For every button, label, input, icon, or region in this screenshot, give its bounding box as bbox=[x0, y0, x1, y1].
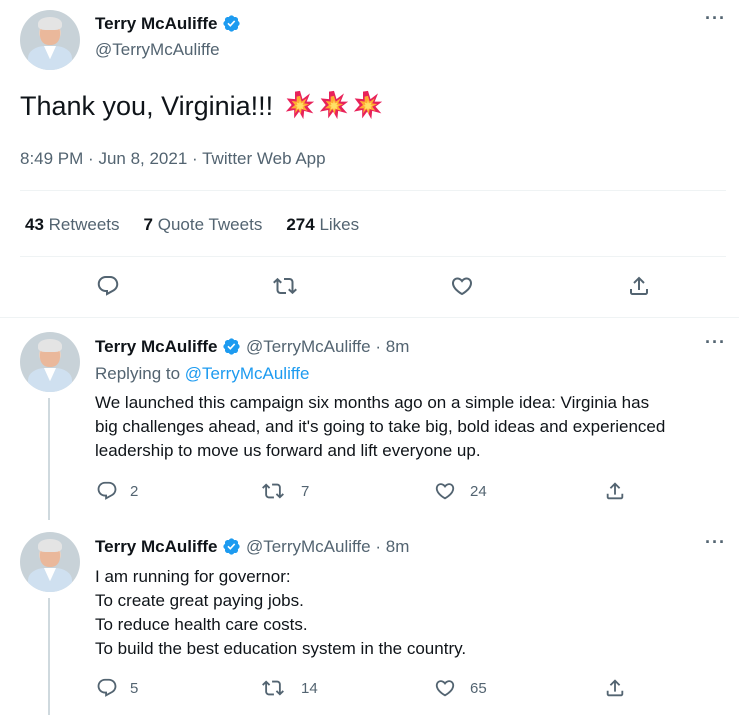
retweet-count: 7 bbox=[301, 482, 310, 500]
reply-button[interactable]: 2 bbox=[96, 480, 138, 502]
like-button[interactable]: 65 bbox=[434, 677, 487, 699]
retweet-icon bbox=[262, 483, 284, 499]
reply-count: 5 bbox=[130, 679, 139, 697]
retweet-button[interactable]: 7 bbox=[262, 480, 309, 502]
tweet-stats: 43 Retweets 7 Quote Tweets 274 Likes bbox=[25, 215, 359, 235]
tweet-source[interactable]: Twitter Web App bbox=[202, 149, 325, 168]
author-name-row: Terry McAuliffe bbox=[95, 14, 241, 34]
text-line: To create great paying jobs. bbox=[95, 591, 304, 610]
tweet-text: I am running for governor: To create gre… bbox=[95, 565, 466, 661]
reply-button[interactable]: 5 bbox=[96, 677, 138, 699]
quote-tweets-stat[interactable]: 7 Quote Tweets bbox=[144, 215, 263, 235]
heart-icon bbox=[435, 483, 455, 500]
divider bbox=[20, 190, 726, 191]
text-line: To build the best education system in th… bbox=[95, 639, 467, 658]
divider bbox=[0, 317, 739, 318]
reply-count: 2 bbox=[130, 482, 139, 500]
reply-button[interactable] bbox=[96, 274, 120, 298]
author-handle[interactable]: @TerryMcAuliffe bbox=[95, 40, 220, 60]
more-options-icon[interactable]: ··· bbox=[705, 532, 726, 553]
avatar[interactable] bbox=[20, 332, 80, 392]
text-line: big challenges ahead, and it's going to … bbox=[95, 417, 666, 436]
thread-line bbox=[48, 598, 50, 715]
share-icon bbox=[606, 679, 624, 697]
text-line: To reduce health care costs. bbox=[95, 615, 308, 634]
retweet-button[interactable] bbox=[273, 274, 297, 298]
tweet-date[interactable]: Jun 8, 2021 bbox=[98, 149, 187, 168]
reply-icon bbox=[97, 678, 117, 697]
author-handle[interactable]: @TerryMcAuliffe bbox=[246, 337, 371, 356]
collision-icon bbox=[285, 90, 314, 120]
share-icon bbox=[630, 276, 648, 295]
meta-separator: · bbox=[375, 337, 382, 356]
share-button[interactable] bbox=[627, 274, 651, 298]
share-button[interactable] bbox=[604, 480, 626, 502]
tweet-time[interactable]: 8:49 PM bbox=[20, 149, 83, 168]
retweet-icon bbox=[262, 680, 284, 696]
text-line: I am running for governor: bbox=[95, 567, 291, 586]
author-name[interactable]: Terry McAuliffe bbox=[95, 14, 218, 33]
retweet-count: 14 bbox=[301, 679, 318, 697]
replying-to: Replying to @TerryMcAuliffe bbox=[95, 364, 309, 384]
heart-icon bbox=[435, 680, 455, 697]
retweets-stat[interactable]: 43 Retweets bbox=[25, 215, 120, 235]
more-options-icon[interactable]: ··· bbox=[705, 8, 726, 29]
meta-separator: · bbox=[192, 149, 203, 168]
collision-icon bbox=[353, 90, 382, 120]
avatar[interactable] bbox=[20, 10, 80, 70]
replying-label: Replying to bbox=[95, 364, 181, 383]
author-handle[interactable]: @TerryMcAuliffe bbox=[246, 537, 371, 556]
author-name[interactable]: Terry McAuliffe bbox=[95, 537, 218, 556]
collision-icon bbox=[319, 90, 348, 120]
author-name-row: Terry McAuliffe @TerryMcAuliffe · 8m bbox=[95, 337, 409, 357]
heart-icon bbox=[451, 277, 473, 296]
tweet-text: Thank you, Virginia!!! bbox=[20, 90, 383, 122]
avatar[interactable] bbox=[20, 532, 80, 592]
like-count: 24 bbox=[470, 482, 487, 500]
author-name-row: Terry McAuliffe @TerryMcAuliffe · 8m bbox=[95, 537, 409, 557]
verified-badge-icon bbox=[223, 338, 240, 355]
reply-icon bbox=[97, 481, 117, 500]
verified-badge-icon bbox=[223, 538, 240, 555]
tweet-body: Thank you, Virginia!!! bbox=[20, 91, 274, 121]
more-options-icon[interactable]: ··· bbox=[705, 332, 726, 353]
tweet-meta: 8:49 PM · Jun 8, 2021 · Twitter Web App bbox=[20, 149, 326, 169]
like-button[interactable] bbox=[450, 274, 474, 298]
like-count: 65 bbox=[470, 679, 487, 697]
likes-stat[interactable]: 274 Likes bbox=[286, 215, 359, 235]
replying-to-link[interactable]: @TerryMcAuliffe bbox=[185, 364, 310, 383]
reply-icon bbox=[97, 276, 119, 296]
tweet-time[interactable]: 8m bbox=[386, 337, 410, 356]
share-button[interactable] bbox=[604, 677, 626, 699]
tweet-text: We launched this campaign six months ago… bbox=[95, 391, 665, 463]
share-icon bbox=[606, 482, 624, 500]
meta-separator: · bbox=[88, 149, 99, 168]
divider bbox=[20, 256, 726, 257]
like-button[interactable]: 24 bbox=[434, 480, 487, 502]
text-line: We launched this campaign six months ago… bbox=[95, 393, 650, 412]
text-line: leadership to move us forward and lift e… bbox=[95, 441, 481, 460]
author-name[interactable]: Terry McAuliffe bbox=[95, 337, 218, 356]
meta-separator: · bbox=[375, 537, 382, 556]
retweet-icon bbox=[273, 277, 297, 295]
retweet-button[interactable]: 14 bbox=[262, 677, 318, 699]
verified-badge-icon bbox=[223, 15, 240, 32]
tweet-time[interactable]: 8m bbox=[386, 537, 410, 556]
thread-line bbox=[48, 398, 50, 520]
